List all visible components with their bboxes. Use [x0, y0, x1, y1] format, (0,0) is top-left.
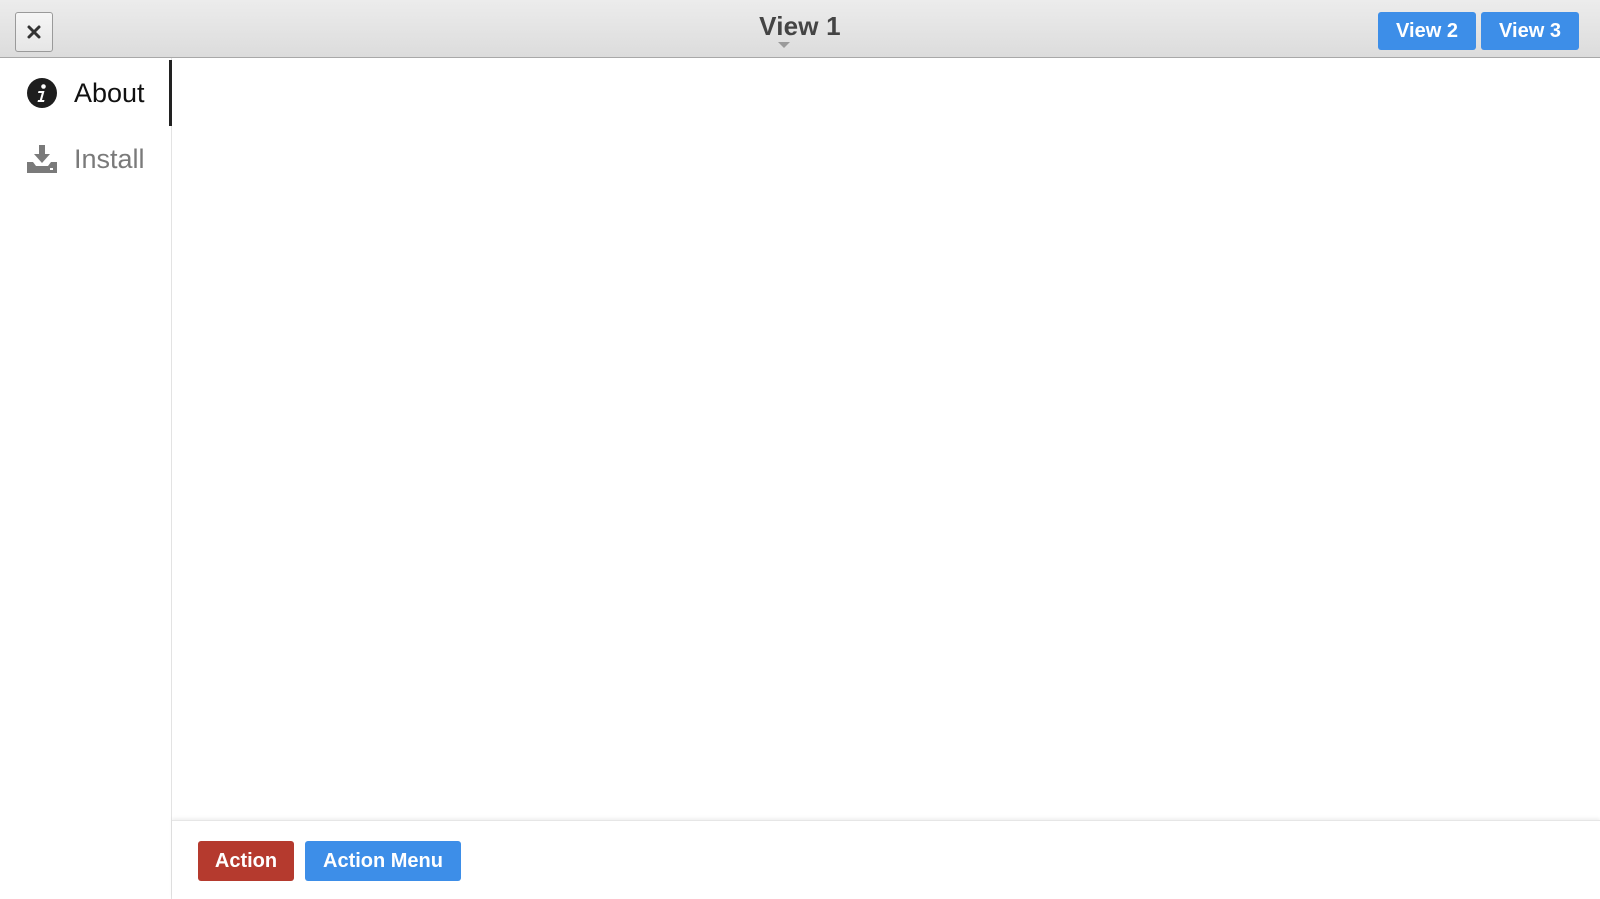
sidebar-item-about[interactable]: About: [0, 60, 172, 126]
app-window: View 1 View 2 View 3 About Install Actio…: [0, 0, 1600, 899]
close-button[interactable]: [15, 12, 53, 52]
sidebar-item-label: Install: [74, 143, 145, 174]
caret-down-icon: [778, 42, 790, 48]
info-circle-icon: [26, 77, 58, 109]
action-button[interactable]: Action: [198, 841, 294, 881]
close-icon: [27, 25, 41, 39]
main-content: [172, 58, 1600, 820]
view-2-button[interactable]: View 2: [1378, 12, 1476, 50]
view-switcher[interactable]: [720, 8, 880, 54]
footer-toolbar: Action Action Menu: [172, 820, 1600, 899]
download-tray-icon: [26, 143, 58, 175]
header-bar: View 1 View 2 View 3: [0, 0, 1600, 58]
view-3-button[interactable]: View 3: [1481, 12, 1579, 50]
sidebar-item-label: About: [74, 77, 145, 108]
action-menu-button[interactable]: Action Menu: [305, 841, 461, 881]
sidebar-item-install[interactable]: Install: [0, 126, 172, 192]
sidebar: About Install: [0, 58, 172, 899]
